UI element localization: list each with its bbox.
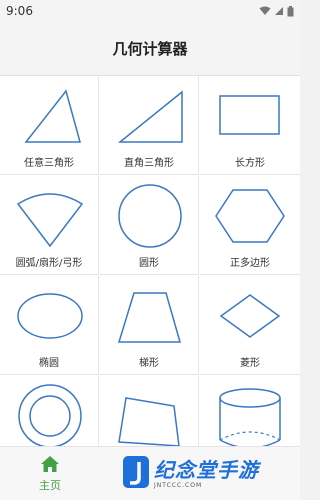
- watermark-subtext: JNTCCC.COM: [154, 482, 203, 489]
- battery-icon: [287, 5, 294, 16]
- annulus-icon: [18, 384, 82, 446]
- shape-card-quadrilateral[interactable]: [100, 376, 199, 446]
- status-bar: 9:06: [0, 0, 300, 22]
- sector-icon: [16, 193, 84, 248]
- wifi-icon: [259, 6, 271, 15]
- shape-grid: 任意三角形 直角三角形 长方形 圆弧/扇形/弓形 圆形 正多边形 椭圆 梯形 菱…: [0, 75, 300, 446]
- shape-label: 长方形: [235, 158, 265, 169]
- shape-card-rhombus[interactable]: 菱形: [200, 276, 300, 375]
- status-icons: [259, 5, 294, 17]
- shape-card-rectangle[interactable]: 长方形: [200, 76, 300, 175]
- arbitrary-triangle-icon: [24, 89, 81, 143]
- shape-card-circle[interactable]: 圆形: [100, 176, 199, 275]
- shape-card-right-triangle[interactable]: 直角三角形: [100, 76, 199, 175]
- shape-label: 正多边形: [230, 258, 270, 269]
- circle-icon: [118, 184, 182, 248]
- shape-label: 梯形: [139, 358, 159, 369]
- right-triangle-icon: [117, 90, 183, 143]
- trapezoid-icon: [117, 292, 181, 343]
- page-title: 几何计算器: [112, 39, 188, 58]
- ellipse-icon: [17, 293, 83, 339]
- watermark-text: 纪念堂手游: [154, 458, 259, 482]
- shape-card-regular-polygon[interactable]: 正多边形: [200, 176, 300, 275]
- shape-label: 椭圆: [39, 358, 59, 369]
- shape-card-arbitrary-triangle[interactable]: 任意三角形: [0, 76, 99, 175]
- cylinder-icon: [219, 388, 281, 446]
- tab-home-label: 主页: [39, 479, 61, 492]
- shape-card-trapezoid[interactable]: 梯形: [100, 276, 199, 375]
- screen: 9:06 几何计算器 任意三角形 直角三角形 长方形 圆弧/扇形/弓形 圆形 正…: [0, 0, 300, 500]
- rhombus-icon: [219, 294, 281, 338]
- shape-label: 圆形: [139, 258, 159, 269]
- shape-label: 任意三角形: [24, 158, 74, 169]
- watermark-logo-icon: [123, 456, 149, 488]
- status-time: 9:06: [6, 4, 33, 18]
- home-icon: [41, 456, 59, 472]
- quadrilateral-icon: [118, 397, 180, 446]
- shape-card-ellipse[interactable]: 椭圆: [0, 276, 99, 375]
- shape-label: 圆弧/扇形/弓形: [15, 258, 83, 269]
- shape-card-arc-sector-segment[interactable]: 圆弧/扇形/弓形: [0, 176, 99, 275]
- signal-icon: [275, 7, 283, 15]
- rectangle-icon: [219, 95, 280, 135]
- shape-label: 直角三角形: [124, 158, 174, 169]
- tab-home[interactable]: 主页: [0, 447, 100, 500]
- hexagon-icon: [215, 189, 285, 243]
- shape-label: 菱形: [240, 358, 260, 369]
- app-header: 几何计算器: [0, 22, 300, 74]
- shape-card-cylinder[interactable]: [200, 376, 300, 446]
- watermark: 纪念堂手游 JNTCCC.COM: [118, 448, 300, 498]
- shape-card-annulus[interactable]: [0, 376, 99, 446]
